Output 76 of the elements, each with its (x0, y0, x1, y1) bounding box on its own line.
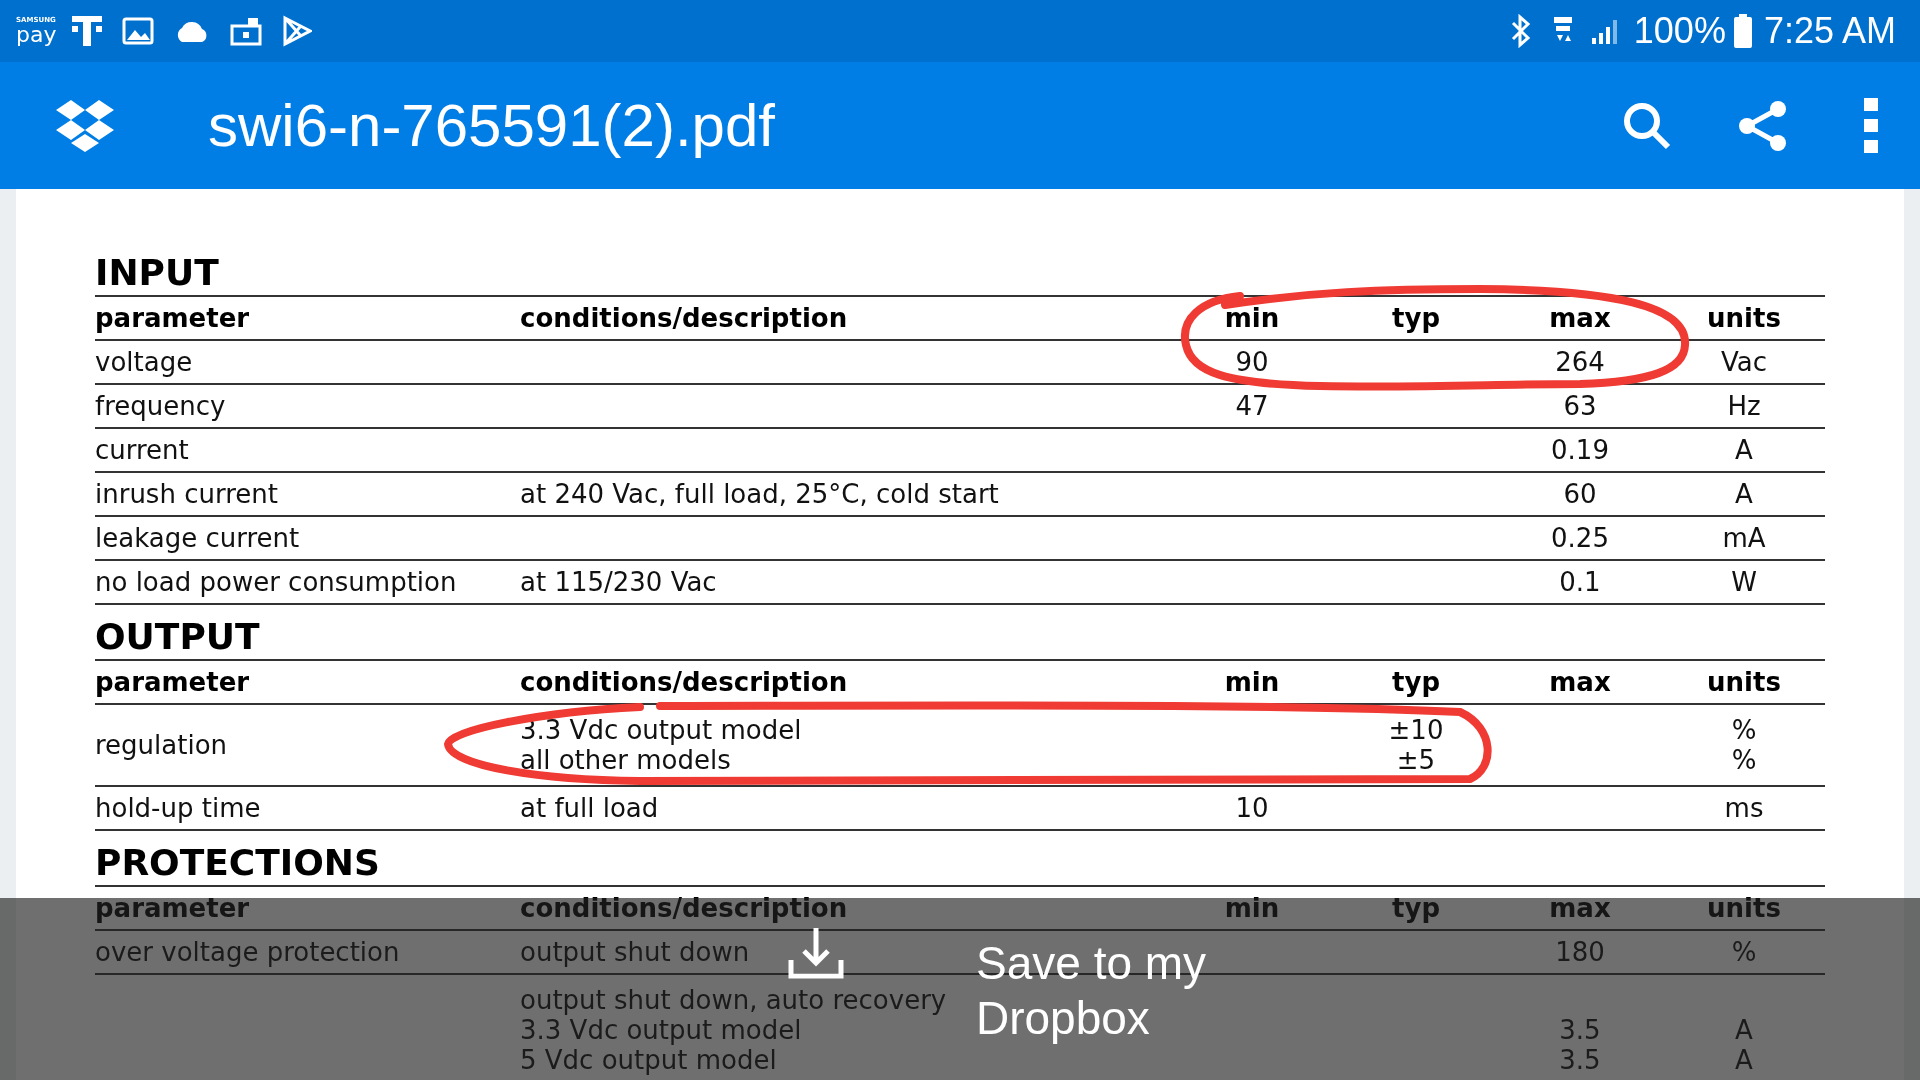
table-cell: 60 (1563, 479, 1597, 509)
table-cell: A (1735, 435, 1753, 465)
section-heading: OUTPUT (95, 615, 1825, 661)
menu-icon (1864, 97, 1878, 154)
table-cell: no load power consumption (95, 567, 457, 597)
download-icon[interactable] (788, 926, 844, 980)
column-header: typ (1391, 665, 1441, 699)
table-cell: 63 (1563, 391, 1597, 421)
search-icon (1622, 100, 1672, 151)
table-cell: output shut down, auto recovery 3.3 Vdc output model 5 Vdc output model (520, 985, 947, 1075)
column-header: min (1223, 891, 1281, 925)
column-header: typ (1391, 301, 1441, 335)
table-cell: regulation (95, 730, 228, 760)
section-heading: INPUT (95, 251, 1825, 297)
clock-time: 7:25 AM (1763, 9, 1896, 53)
save-to-dropbox-link[interactable]: Save to my Dropbox (976, 936, 1246, 1046)
column-header: parameter (95, 301, 251, 335)
t-logo-icon (72, 14, 102, 48)
column-header: typ (1391, 891, 1441, 925)
column-header: min (1223, 665, 1281, 699)
column-header: parameter (95, 891, 251, 925)
table-cell: ±10 ±5 (1388, 715, 1444, 775)
table-cell: voltage (95, 347, 193, 377)
share-icon (1738, 99, 1788, 152)
table-cell-text: A A (1735, 1014, 1753, 1075)
column-header: max (1548, 301, 1612, 335)
table-cell: 47 (1235, 391, 1269, 421)
dropbox-logo-icon[interactable] (54, 97, 116, 154)
bluetooth-icon (1509, 14, 1532, 48)
table-cell: leakage current (95, 523, 300, 553)
table-cell: hold-up time (95, 793, 261, 823)
table-cell: 0.1 (1559, 567, 1601, 597)
image-icon (122, 17, 154, 45)
column-header: max (1548, 665, 1612, 699)
section-heading: PROTECTIONS (95, 841, 1825, 887)
table-cell: A (1735, 479, 1753, 509)
column-header: conditions/description (520, 301, 849, 335)
table-cell: 90 (1235, 347, 1269, 377)
table-cell: at 115/230 Vac (520, 567, 717, 597)
table-cell-text: 3.5 3.5 (1559, 1014, 1601, 1075)
table-cell: W (1731, 567, 1757, 597)
table-cell: 0.19 (1551, 435, 1609, 465)
table-cell: Vac (1721, 347, 1767, 377)
table-cell: 180 (1555, 937, 1605, 967)
table-cell: % (1731, 937, 1757, 967)
more-menu-button[interactable] (1864, 97, 1878, 154)
battery-icon (1733, 14, 1752, 48)
table-cell: at 240 Vac, full load, 25°C, cold start (520, 479, 999, 509)
table-cell: 0.25 (1551, 523, 1609, 553)
table-cell: % % (1731, 715, 1757, 775)
briefcase-icon (230, 16, 262, 46)
share-button[interactable] (1738, 99, 1788, 152)
column-header: units (1706, 891, 1782, 925)
table-cell: over voltage protection (95, 937, 400, 967)
column-header: conditions/description (520, 665, 849, 699)
table-cell: current (95, 435, 189, 465)
play-store-icon (282, 15, 312, 47)
table-cell: Hz (1727, 391, 1761, 421)
battery-percent: 100% (1633, 9, 1726, 53)
table-cell: ms (1724, 793, 1764, 823)
table-cell: at full load (520, 793, 659, 823)
column-header: conditions/description (520, 891, 849, 925)
file-title: swi6-n-765591(2).pdf (208, 90, 775, 161)
column-header: units (1706, 665, 1782, 699)
table-cell: 10 (1235, 793, 1269, 823)
column-header: parameter (95, 665, 251, 699)
table-cell: 264 (1555, 347, 1605, 377)
column-header: units (1706, 301, 1782, 335)
search-button[interactable] (1622, 100, 1672, 151)
table-cell: mA (1722, 523, 1766, 553)
column-header: min (1223, 301, 1281, 335)
pay-text: pay (16, 23, 56, 46)
column-header: max (1548, 891, 1612, 925)
table-cell: frequency (95, 391, 226, 421)
table-cell: inrush current (95, 479, 278, 509)
table-cell: output shut down (520, 937, 750, 967)
